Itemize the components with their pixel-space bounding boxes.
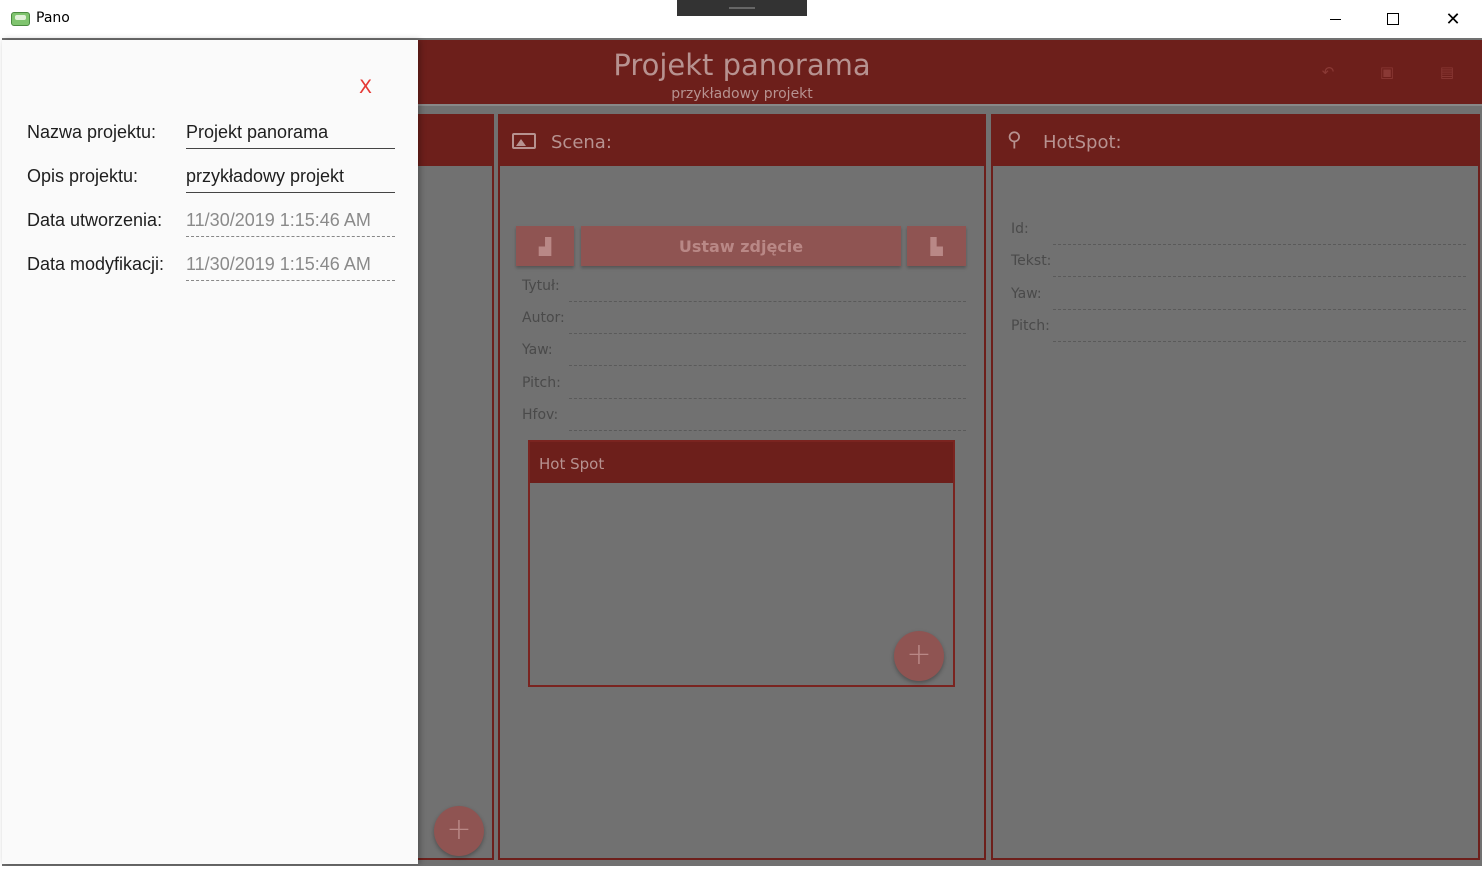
created-date-row: Data utworzenia: 11/30/2019 1:15:46 AM (27, 206, 397, 237)
scene-panel: Scena: ▟ Ustaw zdjęcie ▙ Tytuł: Autor: Y… (498, 114, 986, 860)
field-line (1053, 309, 1466, 310)
field-label: Yaw: (522, 342, 553, 358)
field-line (1053, 276, 1466, 277)
field-line (569, 430, 966, 431)
minimize-icon (1329, 18, 1341, 20)
field-label: Tytuł: (522, 278, 560, 294)
modified-date-value: 11/30/2019 1:15:46 AM (186, 254, 395, 281)
field-label: Autor: (522, 310, 565, 326)
hotspot-field-text[interactable]: Tekst: (1011, 249, 1466, 277)
modified-date-row: Data modyfikacji: 11/30/2019 1:15:46 AM (27, 250, 397, 281)
hotspot-list: Hot Spot + (528, 440, 955, 687)
close-window-button[interactable]: ✕ (1424, 0, 1482, 38)
created-date-value: 11/30/2019 1:15:46 AM (186, 210, 395, 237)
window-bottom-edge (0, 866, 1484, 871)
project-name-label: Nazwa projektu: (27, 122, 157, 142)
scene-field-pitch[interactable]: Pitch: (522, 371, 966, 399)
close-drawer-button[interactable]: X (359, 76, 372, 98)
field-line (569, 398, 966, 399)
hotspot-field-pitch[interactable]: Pitch: (1011, 314, 1466, 342)
project-name-row: Nazwa projektu: Projekt panorama (27, 118, 397, 149)
scene-panel-title: Scena: (551, 132, 612, 153)
hotspot-panel: ⚲ HotSpot: Id: Tekst: Yaw: Pitch: (991, 114, 1480, 860)
scene-field-title[interactable]: Tytuł: (522, 274, 966, 302)
minimize-button[interactable] (1306, 0, 1364, 38)
field-line (569, 365, 966, 366)
project-name-field[interactable]: Projekt panorama (186, 122, 395, 149)
set-photo-button[interactable]: Ustaw zdjęcie (581, 226, 901, 266)
field-line (1053, 341, 1466, 342)
image-icon (512, 133, 536, 149)
save-icon[interactable]: ▣ (1379, 64, 1395, 80)
hotspot-list-header: Hot Spot (530, 442, 953, 483)
hotspot-panel-title: HotSpot: (1043, 132, 1122, 153)
field-label: Yaw: (1011, 286, 1042, 302)
scene-panel-header: Scena: (500, 116, 984, 166)
map-pin-icon: ⚲ (1007, 127, 1022, 151)
field-label: Id: (1011, 221, 1029, 237)
modified-date-label: Data modyfikacji: (27, 254, 165, 274)
project-description-field[interactable]: przykładowy projekt (186, 166, 395, 193)
hotspot-list-title: Hot Spot (539, 455, 605, 473)
field-line (1053, 244, 1466, 245)
field-line (569, 301, 966, 302)
project-info-drawer: X Nazwa projektu: Projekt panorama Opis … (2, 40, 418, 864)
window-title: Pano (36, 10, 70, 26)
maximize-button[interactable] (1364, 0, 1422, 38)
project-description-label: Opis projektu: (27, 166, 139, 186)
hotspot-field-yaw[interactable]: Yaw: (1011, 282, 1466, 310)
project-description-row: Opis projektu: przykładowy projekt (27, 162, 397, 193)
undo-icon[interactable]: ↶ (1320, 64, 1336, 80)
app-360-icon (11, 12, 30, 26)
close-icon: ✕ (1445, 8, 1461, 30)
field-label: Pitch: (522, 375, 561, 391)
hotspot-field-id[interactable]: Id: (1011, 217, 1466, 245)
field-line (569, 333, 966, 334)
next-photo-button[interactable]: ▙ (907, 226, 966, 266)
maximize-icon (1387, 13, 1399, 25)
window-titlebar[interactable]: Pano ✕ (0, 0, 1484, 38)
scene-field-yaw[interactable]: Yaw: (522, 338, 966, 366)
scene-field-author[interactable]: Autor: (522, 306, 966, 334)
field-label: Pitch: (1011, 318, 1050, 334)
drag-handle[interactable] (677, 0, 807, 16)
export-icon[interactable]: ▤ (1439, 64, 1455, 80)
field-label: Hfov: (522, 407, 559, 423)
created-date-label: Data utworzenia: (27, 210, 163, 230)
hotspot-panel-header: ⚲ HotSpot: (993, 116, 1478, 166)
field-label: Tekst: (1011, 253, 1052, 269)
add-scene-button[interactable]: + (434, 806, 484, 856)
scene-field-hfov[interactable]: Hfov: (522, 403, 966, 431)
previous-photo-button[interactable]: ▟ (516, 226, 574, 266)
add-hotspot-button[interactable]: + (894, 631, 944, 681)
